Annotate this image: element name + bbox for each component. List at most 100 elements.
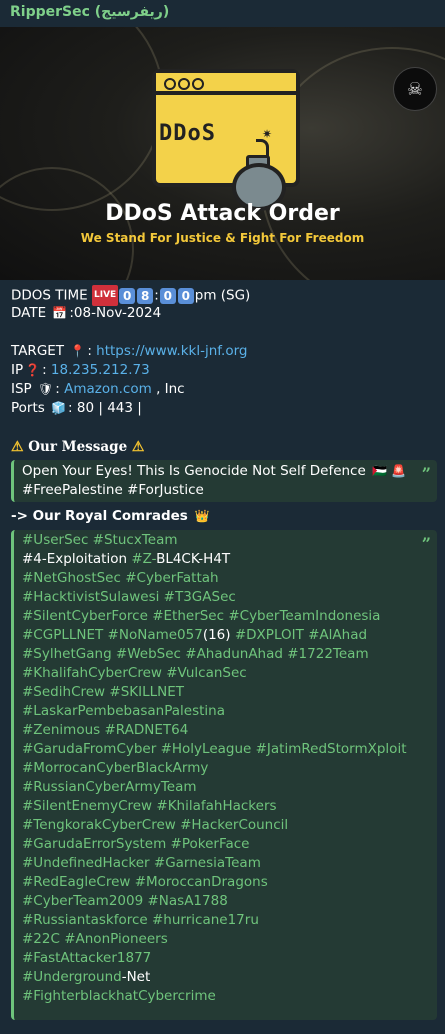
live-icon: LIVE bbox=[91, 285, 119, 306]
date-line: DATE 📅:08-Nov-2024 bbox=[11, 304, 161, 323]
window-bar bbox=[156, 73, 296, 95]
hashtag-link[interactable]: #DXPLOIT #AlAhad bbox=[235, 627, 367, 643]
hashtag-link[interactable]: #CyberTeam2009 #NasA1788 bbox=[22, 893, 228, 909]
hashtag-link[interactable]: #Russiantaskforce #hurricane17ru bbox=[22, 912, 259, 928]
comrade-line: #SilentCyberForce #EtherSec #CyberTeamIn… bbox=[22, 607, 429, 626]
quote-icon: ” bbox=[421, 534, 431, 553]
sender-name[interactable]: RipperSec (ريفرسيج) bbox=[10, 4, 169, 20]
comrade-line: #CyberTeam2009 #NasA1788 bbox=[22, 892, 429, 911]
comrade-line: #SylhetGang #WebSec #AhadunAhad #1722Tea… bbox=[22, 645, 429, 664]
hashtag-link[interactable]: #NetGhostSec #CyberFattah bbox=[22, 570, 219, 586]
message-line: Open Your Eyes! This Is Genocide Not Sel… bbox=[22, 462, 429, 481]
ip-link[interactable]: 18.235.212.73 bbox=[51, 362, 150, 378]
window-dot bbox=[178, 78, 190, 90]
isp-link[interactable]: Amazon.com bbox=[64, 381, 152, 397]
comrade-line: #GarudaErrorSystem #PokerFace bbox=[22, 835, 429, 854]
ip-line: IP ❓: 18.235.212.73 bbox=[11, 362, 150, 378]
time-digit: 0 bbox=[177, 287, 194, 304]
hashtag-link[interactable]: #TengkorakCyberCrew #HackerCouncil bbox=[22, 817, 288, 833]
isp-line: ISP 🛡: Amazon.com , Inc bbox=[11, 381, 185, 397]
date-value: :08-Nov-2024 bbox=[69, 305, 162, 321]
comrade-line: #UserSec #StucxTeam bbox=[22, 531, 429, 550]
target-label: TARGET bbox=[11, 343, 65, 359]
hashtag-link[interactable]: #22C #AnonPioneers bbox=[22, 931, 168, 947]
comrade-line: #SedihCrew #SKILLNET bbox=[22, 683, 429, 702]
time-digit: 0 bbox=[159, 287, 176, 304]
hashtag-link[interactable]: #GarudaErrorSystem #PokerFace bbox=[22, 836, 249, 852]
message-bubble: RipperSec (ريفرسيج) ☠ DDoS ✷ DDoS Attack… bbox=[0, 0, 445, 1034]
hashtag-link[interactable]: #UserSec #StucxTeam bbox=[22, 532, 178, 548]
hashtag-link[interactable]: #HacktivistSulawesi #T3GASec bbox=[22, 589, 236, 605]
hashtag-link[interactable]: #RussianCyberArmyTeam bbox=[22, 779, 197, 795]
ddos-time-label: DDOS TIME bbox=[11, 287, 88, 304]
window-dot bbox=[164, 78, 176, 90]
banner-image[interactable]: ☠ DDoS ✷ DDoS Attack Order We Stand For … bbox=[0, 27, 445, 280]
hashtag-link[interactable]: #FastAttacker1877 bbox=[22, 950, 151, 966]
comrade-text: #4-Exploitation bbox=[22, 551, 132, 567]
calendar-icon: 📅 bbox=[52, 306, 68, 320]
hashtag-link[interactable]: #MorrocanCyberBlackArmy bbox=[22, 760, 208, 776]
ports-label: Ports bbox=[11, 400, 45, 416]
time-digit: 8 bbox=[137, 287, 154, 304]
message-text: Open Your Eyes! This Is Genocide Not Sel… bbox=[22, 463, 366, 479]
ports-value: : 80 | 443 | bbox=[68, 400, 142, 416]
message-heading: Our Message bbox=[28, 439, 128, 455]
hashtag-link[interactable]: #Zenimous #RADNET64 bbox=[22, 722, 188, 738]
comrade-line: #RussianCyberArmyTeam bbox=[22, 778, 429, 797]
message-quote: Open Your Eyes! This Is Genocide Not Sel… bbox=[11, 460, 437, 502]
ip-label: IP bbox=[11, 362, 24, 378]
time-suffix: pm (SG) bbox=[194, 287, 251, 304]
ddos-time-line: DDOS TIME LIVE 0 8:0 0 pm (SG) bbox=[11, 285, 250, 306]
siren-icon: 🚨 bbox=[391, 464, 406, 478]
window-dot bbox=[192, 78, 204, 90]
banner-tag: DDoS bbox=[159, 121, 216, 146]
hashtag-link[interactable]: #Underground bbox=[22, 969, 122, 985]
banner-subtitle: We Stand For Justice & Fight For Freedom bbox=[80, 231, 365, 245]
ports-line: Ports 🧊: 80 | 443 | bbox=[11, 399, 142, 418]
comrade-line: #SilentEnemyCrew #KhilafahHackers bbox=[22, 797, 429, 816]
comrade-line: #Zenimous #RADNET64 bbox=[22, 721, 429, 740]
flag-icon: 🇵🇸 bbox=[372, 464, 388, 478]
hashtag-link[interactable]: #SilentEnemyCrew #KhilafahHackers bbox=[22, 798, 277, 814]
comrade-line: #Underground-Net bbox=[22, 968, 429, 987]
comrade-line: #HacktivistSulawesi #T3GASec bbox=[22, 588, 429, 607]
target-link[interactable]: https://www.kkl-jnf.org bbox=[96, 343, 247, 359]
hashtag-link[interactable]: #UndefinedHacker #GarnesiaTeam bbox=[22, 855, 261, 871]
hashtag-link[interactable]: #KhalifahCyberCrew #VulcanSec bbox=[22, 665, 247, 681]
skull-badge-icon: ☠ bbox=[393, 67, 437, 111]
spark-icon: ✷ bbox=[262, 127, 273, 141]
date-label: DATE bbox=[11, 305, 47, 321]
comrade-text: (16) bbox=[202, 627, 235, 643]
shield-icon: 🛡 bbox=[38, 382, 54, 396]
comrade-line: #LaskarPembebasanPalestina bbox=[22, 702, 429, 721]
comrade-line: #CGPLLNET #NoName057(16) #DXPLOIT #AlAha… bbox=[22, 626, 429, 645]
question-icon: ❓ bbox=[25, 363, 41, 377]
comrade-line: #4-Exploitation #Z-BL4CK-H4T bbox=[22, 550, 429, 569]
isp-suffix: , Inc bbox=[156, 381, 185, 397]
hashtag-link[interactable]: #LaskarPembebasanPalestina bbox=[22, 703, 225, 719]
comrade-line: #KhalifahCyberCrew #VulcanSec bbox=[22, 664, 429, 683]
hashtag-link[interactable]: #FighterblackhatCybercrime bbox=[22, 988, 216, 1004]
comrade-line: #NetGhostSec #CyberFattah bbox=[22, 569, 429, 588]
comrade-line: #FighterblackhatCybercrime bbox=[22, 987, 429, 1006]
hashtag-link[interactable]: #SilentCyberForce #EtherSec #CyberTeamIn… bbox=[22, 608, 380, 624]
hashtag-link[interactable]: #RedEagleCrew #MoroccanDragons bbox=[22, 874, 268, 890]
hashtag-link[interactable]: #SylhetGang #WebSec #AhadunAhad #1722Tea… bbox=[22, 646, 369, 662]
warning-icon: ⚠ bbox=[11, 439, 24, 455]
comrade-line: #UndefinedHacker #GarnesiaTeam bbox=[22, 854, 429, 873]
comrade-line: #Russiantaskforce #hurricane17ru bbox=[22, 911, 429, 930]
pushpin-icon: 📍 bbox=[70, 344, 86, 358]
hashtag-link[interactable]: #SedihCrew #SKILLNET bbox=[22, 684, 184, 700]
comrade-text: -Net bbox=[121, 969, 151, 985]
hashtag-link[interactable]: #GarudaFromCyber #HolyLeague #JatimRedSt… bbox=[22, 741, 407, 757]
hashtag-link[interactable]: #CGPLLNET #NoName057 bbox=[22, 627, 203, 643]
time-digit: 0 bbox=[119, 287, 136, 304]
comrades-quote: ” #UserSec #StucxTeam #4-Exploitation #Z-… bbox=[11, 530, 437, 1020]
message-heading-line: ⚠ Our Message ⚠ bbox=[11, 438, 144, 457]
package-icon: 🧊 bbox=[51, 401, 67, 415]
comrades-heading: -> Our Royal Comrades bbox=[11, 508, 188, 524]
comrade-text: BL4CK-H4T bbox=[156, 551, 231, 567]
comrade-line: #22C #AnonPioneers bbox=[22, 930, 429, 949]
hashtag-link[interactable]: #Z- bbox=[131, 551, 156, 567]
message-hashtags[interactable]: #FreePalestine #ForJustice bbox=[22, 481, 429, 500]
